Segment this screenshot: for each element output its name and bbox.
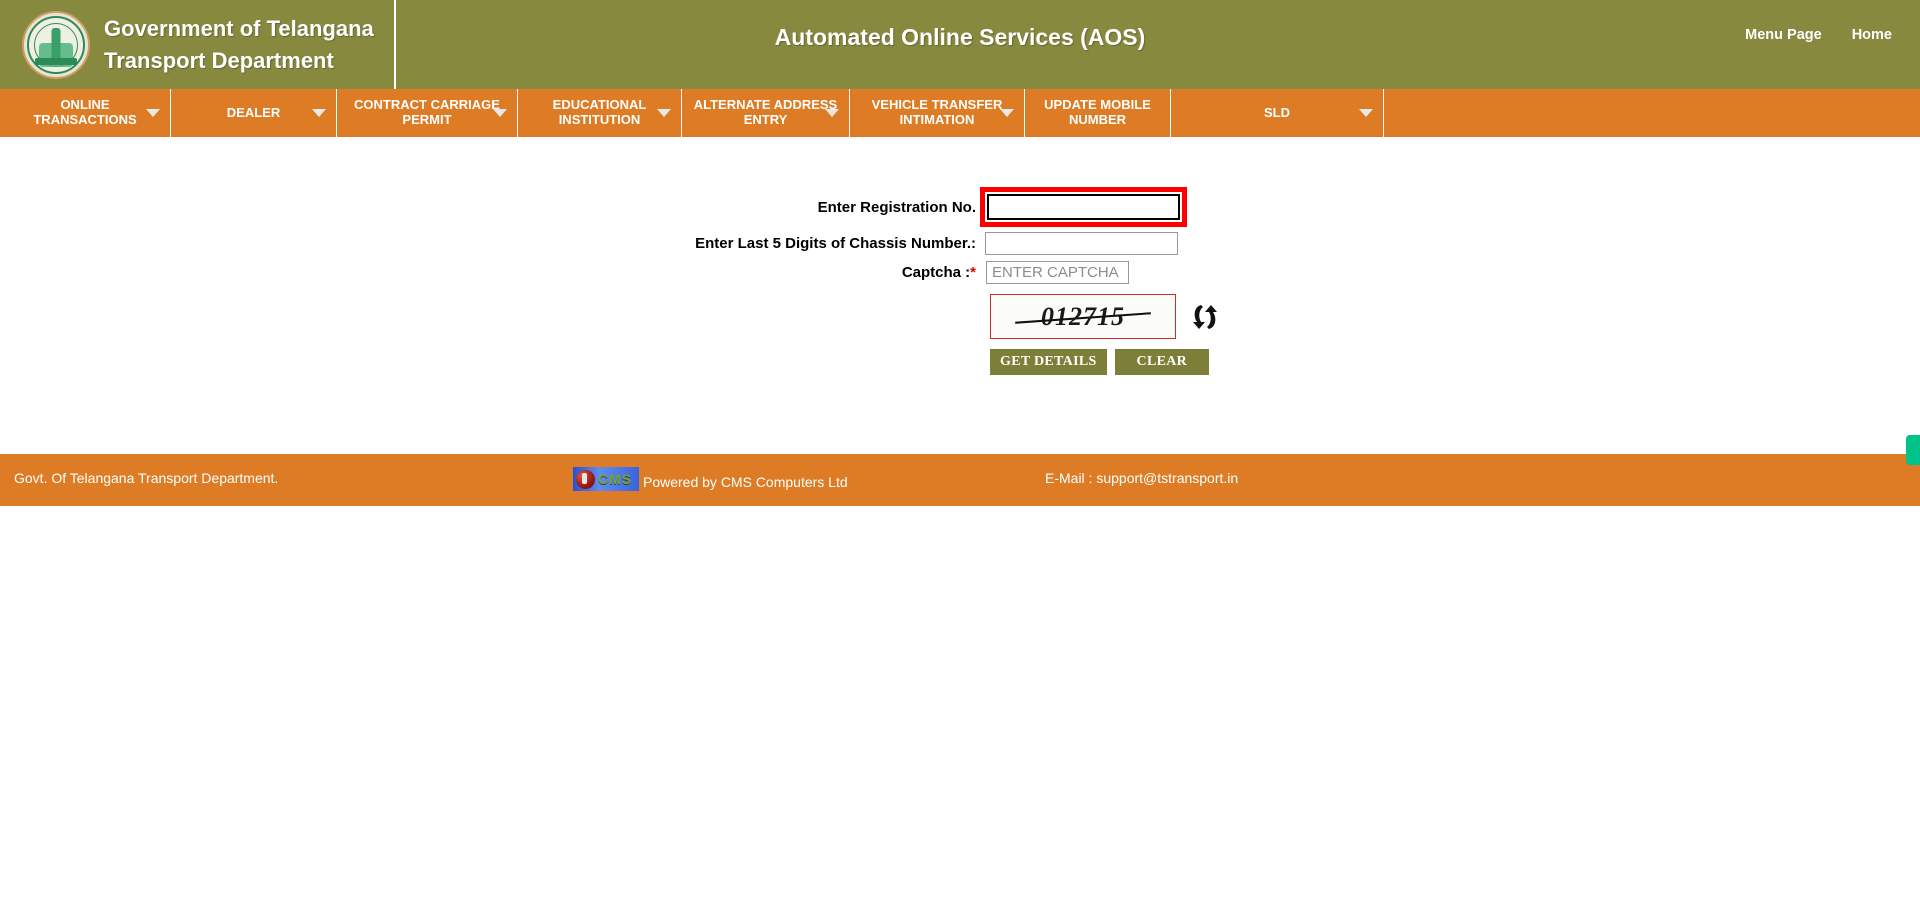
page-footer: Govt. Of Telangana Transport Department.… [0, 454, 1920, 506]
home-link[interactable]: Home [1852, 27, 1892, 43]
footer-email-text: E-Mail : support@tstransport.in [1045, 470, 1239, 486]
chevron-down-icon [1359, 109, 1373, 117]
captcha-field-wrap [980, 261, 1129, 284]
chevron-down-icon [493, 109, 507, 117]
nav-item-vehicle-transfer-intimation[interactable]: VEHICLE TRANSFER INTIMATION [850, 89, 1025, 137]
captcha-input[interactable] [986, 261, 1129, 284]
footer-powered-block: CMS Powered by CMS Computers Ltd [573, 467, 848, 491]
required-asterisk: * [970, 264, 976, 281]
right-edge-marker[interactable] [1906, 435, 1920, 465]
footer-powered-text: Powered by CMS Computers Ltd [643, 474, 848, 490]
brand-line-1: Government of Telangana [104, 16, 374, 42]
registration-label: Enter Registration No. [817, 198, 976, 216]
captcha-label-text: Captcha : [901, 264, 971, 281]
telangana-emblem-icon [22, 10, 90, 79]
cms-sphere-shape [576, 469, 595, 489]
brand-line-2: Transport Department [104, 47, 334, 73]
main-navigation: ONLINE TRANSACTIONS DEALER CONTRACT CARR… [0, 89, 1920, 138]
chassis-label: Enter Last 5 Digits of Chassis Number.: [695, 235, 976, 252]
page-header: Government of Telangana Transport Depart… [0, 0, 1920, 89]
chassis-field-wrap [980, 232, 1178, 255]
captcha-label: Captcha :* [0, 264, 980, 281]
get-details-button[interactable]: GET DETAILS [990, 349, 1107, 375]
nav-label: VEHICLE TRANSFER INTIMATION [871, 97, 1003, 127]
chevron-down-icon [825, 109, 839, 117]
nav-item-update-mobile-number[interactable]: UPDATE MOBILE NUMBER [1025, 89, 1171, 137]
chassis-input[interactable] [985, 232, 1178, 255]
header-links: Menu Page Home [1745, 27, 1892, 43]
chevron-down-icon [1000, 109, 1014, 117]
nav-item-dealer[interactable]: DEALER [171, 89, 337, 137]
captcha-image: 012715 [990, 294, 1176, 339]
menu-page-link[interactable]: Menu Page [1745, 27, 1822, 43]
registration-highlight-box [980, 187, 1187, 227]
nav-filler [1384, 89, 1920, 137]
registration-field-wrap [980, 187, 1187, 227]
nav-label: CONTRACT CARRIAGE PERMIT [354, 97, 500, 127]
refresh-captcha-icon[interactable] [1188, 300, 1222, 334]
clear-button[interactable]: CLEAR [1114, 349, 1210, 375]
nav-item-alternate-address-entry[interactable]: ALTERNATE ADDRESS ENTRY [682, 89, 850, 137]
registration-row: Enter Registration No. [0, 187, 1920, 227]
nav-label: SLD [1264, 104, 1290, 120]
nav-label: ONLINE TRANSACTIONS [33, 97, 137, 127]
nav-label: UPDATE MOBILE NUMBER [1044, 97, 1151, 127]
captcha-row: Captcha :* [0, 261, 1920, 284]
nav-label: EDUCATIONAL INSTITUTION [552, 97, 647, 127]
brand-title: Government of Telangana Transport Depart… [104, 13, 374, 75]
below-fold-area [0, 506, 1920, 902]
chevron-down-icon [657, 109, 671, 117]
captcha-image-row: 012715 [990, 294, 1222, 339]
form-buttons: GET DETAILS CLEAR [990, 349, 1210, 375]
nav-item-sld[interactable]: SLD [1171, 89, 1384, 137]
brand-block: Government of Telangana Transport Depart… [0, 0, 396, 89]
vehicle-lookup-form: Enter Registration No. Enter Last 5 Digi… [0, 138, 1920, 375]
nav-item-contract-carriage-permit[interactable]: CONTRACT CARRIAGE PERMIT [337, 89, 518, 137]
registration-input[interactable] [987, 194, 1180, 220]
footer-department-text: Govt. Of Telangana Transport Department. [14, 470, 279, 486]
nav-label: ALTERNATE ADDRESS ENTRY [693, 97, 838, 127]
chevron-down-icon [146, 109, 160, 117]
nav-label: DEALER [226, 104, 281, 120]
main-content: Enter Registration No. Enter Last 5 Digi… [0, 138, 1920, 454]
chevron-down-icon [312, 109, 326, 117]
nav-item-educational-institution[interactable]: EDUCATIONAL INSTITUTION [518, 89, 682, 137]
cms-logo-icon: CMS [573, 467, 639, 491]
nav-item-online-transactions[interactable]: ONLINE TRANSACTIONS [0, 89, 171, 137]
cms-logo-text: CMS [598, 471, 633, 487]
chassis-row: Enter Last 5 Digits of Chassis Number.: [0, 232, 1920, 255]
